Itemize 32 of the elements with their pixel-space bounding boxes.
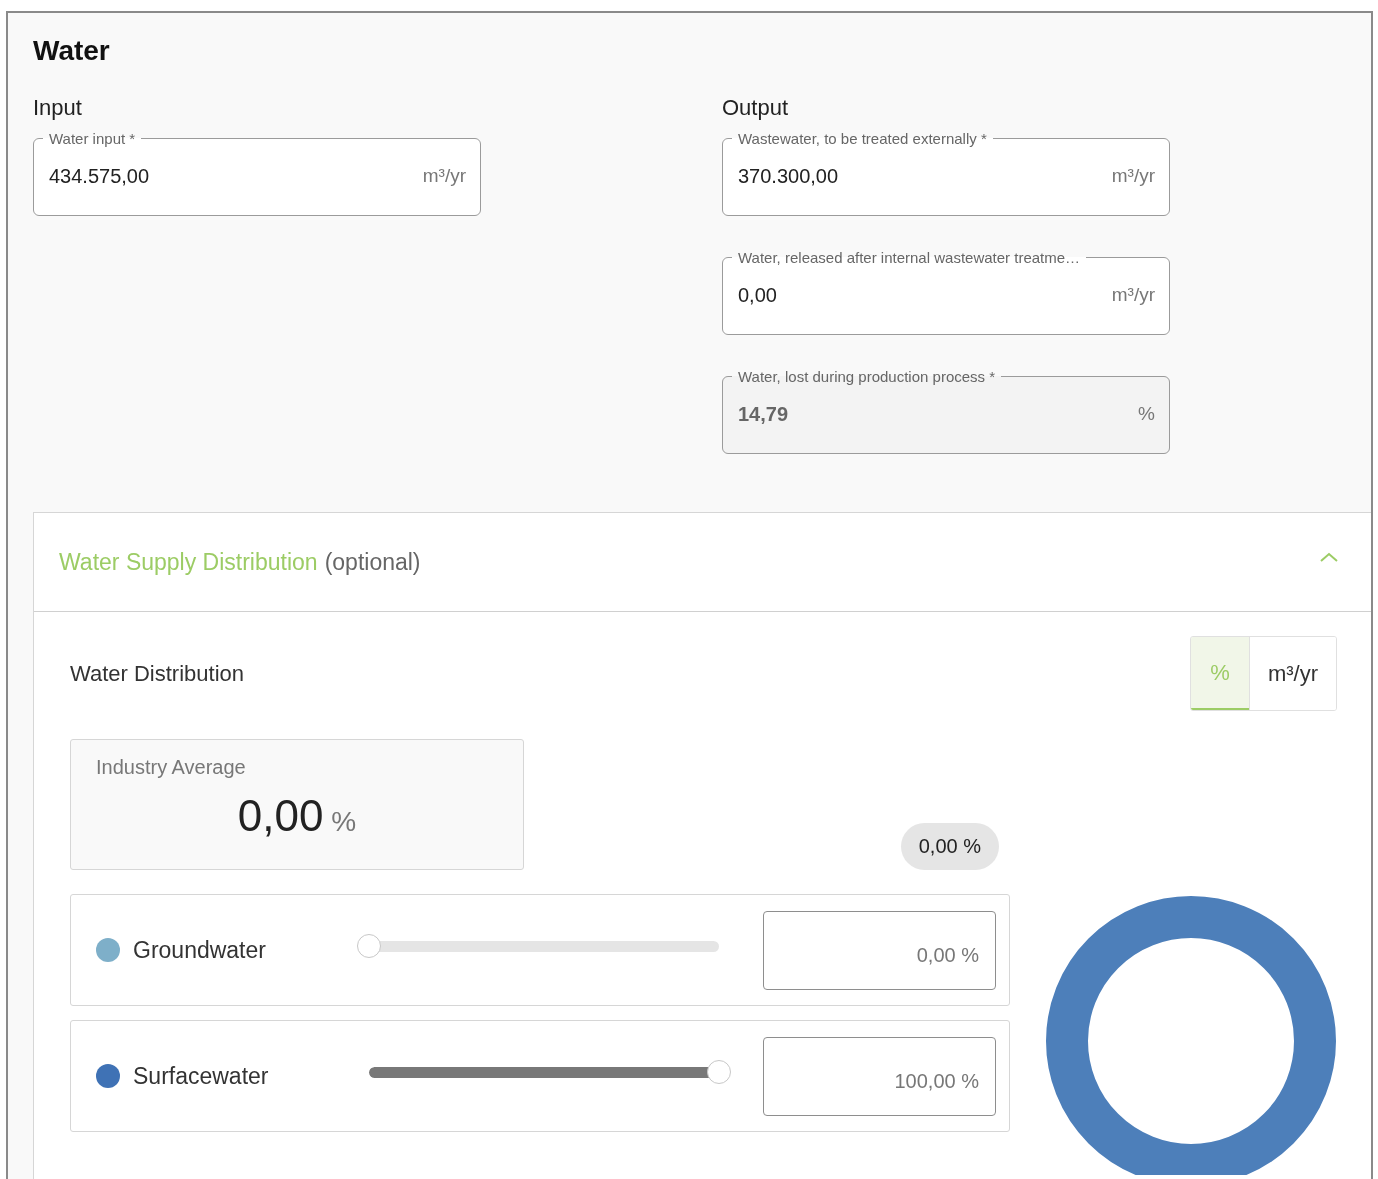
accordion-header[interactable]: Water Supply Distribution (optional) — [34, 513, 1371, 612]
field-value: 14,79 — [738, 402, 790, 426]
field-value: 0,00 — [738, 283, 778, 307]
toggle-option[interactable]: m³/yr — [1248, 637, 1336, 710]
section-heading: Input — [33, 95, 83, 121]
field-value: 370.300,00 — [738, 164, 840, 188]
input-field[interactable]: Water input * 434.575,00 m³/yr — [33, 130, 481, 216]
total-badge: 0,00 % — [900, 823, 999, 870]
field-label: Water, lost during production process * — [737, 368, 997, 385]
accordion-title: Water Supply Distribution — [59, 548, 318, 575]
page-title: Water — [33, 35, 111, 67]
input-field[interactable]: Wastewater, to be treated externally * 370.300,00 m³/yr — [722, 130, 1170, 216]
section-heading: Output — [722, 95, 790, 121]
unit-label: m³/yr — [1111, 284, 1155, 306]
input-field[interactable]: 100,00 % — [763, 1036, 996, 1116]
unit-label: m³/yr — [1111, 165, 1155, 187]
source-name: Surfacewater — [133, 1062, 270, 1090]
unit-label: m³/yr — [422, 165, 466, 187]
input-field[interactable]: 0,00 % — [763, 910, 996, 990]
card-label: Industry Average — [96, 756, 247, 779]
input-field[interactable]: Water, released after internal wastewater treatme… 0,00 m³/yr — [722, 249, 1170, 335]
chevron-up-icon[interactable] — [1319, 551, 1339, 563]
source-name: Groundwater — [133, 936, 267, 964]
field-label: Water, released after internal wastewater treatme… — [737, 249, 1082, 266]
field-value: 434.575,00 — [49, 164, 151, 188]
unit-label: % — [1138, 403, 1155, 425]
field-label: Wastewater, to be treated externally * — [737, 130, 988, 147]
unit-label: % — [331, 806, 357, 837]
field-label: Water input * — [48, 130, 137, 147]
section-heading: Water Distribution — [70, 660, 244, 687]
accordion-note: (optional) — [324, 548, 421, 575]
average-value: 0,00 — [237, 791, 324, 840]
